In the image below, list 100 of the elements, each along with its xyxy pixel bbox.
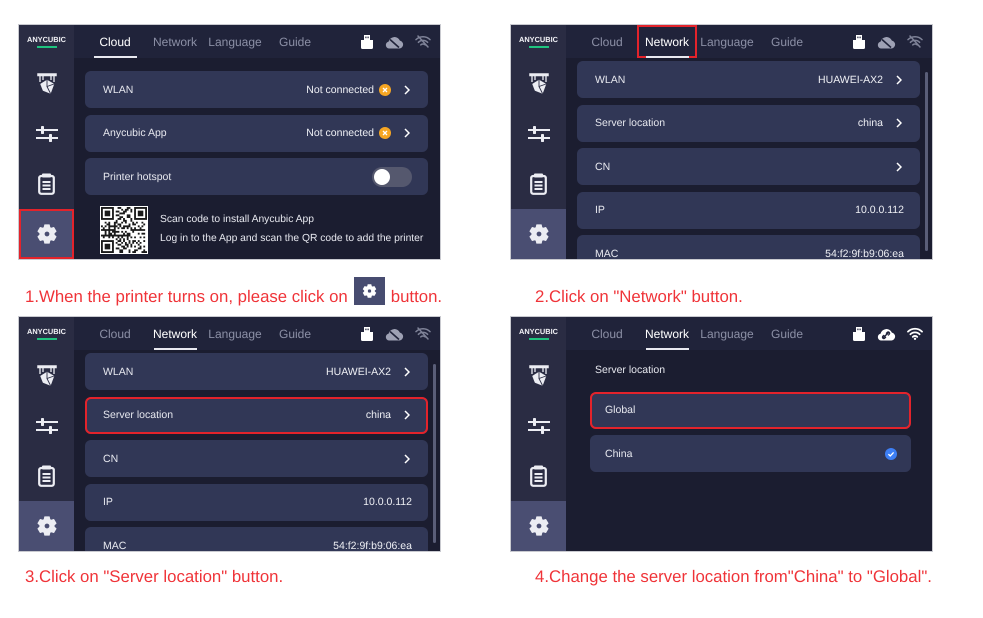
- logo-underline: [528, 46, 548, 48]
- clipboard-icon: [38, 465, 55, 487]
- chevron-right-icon: [404, 454, 410, 464]
- settings-row[interactable]: Server location china: [577, 104, 920, 142]
- option-row[interactable]: China: [590, 435, 911, 472]
- tab[interactable]: Language: [697, 25, 757, 58]
- cube-icon: [528, 364, 548, 388]
- section-heading: Server location: [595, 363, 666, 377]
- chevron-right-icon: [404, 366, 410, 376]
- row-value: 10.0.0.112: [363, 496, 412, 508]
- cube-icon: [36, 72, 56, 96]
- tab[interactable]: Cloud: [577, 317, 637, 350]
- row-value: Not connected: [306, 84, 374, 96]
- logo-underline: [36, 338, 56, 340]
- caption-text: 3.Click on "Server location" button.: [25, 567, 284, 587]
- chevron-right-icon: [896, 74, 902, 84]
- settings-icon: [36, 516, 56, 536]
- option-label: Global: [605, 404, 636, 416]
- sliders-icon: [36, 417, 58, 435]
- usb-drive-icon: [361, 326, 373, 340]
- row-label: Printer hotspot: [103, 170, 172, 182]
- chevron-right-icon: [896, 162, 902, 172]
- tab[interactable]: Network: [145, 317, 205, 350]
- sliders-icon: [528, 417, 550, 435]
- chevron-right-icon: [404, 84, 410, 94]
- tab[interactable]: Guide: [757, 317, 817, 350]
- chevron-right-icon: [404, 410, 410, 420]
- row-label: MAC: [103, 540, 126, 551]
- clipboard-icon: [530, 173, 547, 195]
- sliders-icon: [528, 125, 550, 143]
- settings-row[interactable]: WLAN HUAWEI-AX2: [85, 353, 428, 390]
- chevron-right-icon: [404, 128, 410, 138]
- cube-icon: [528, 72, 548, 96]
- settings-row[interactable]: WLAN Not connected: [85, 71, 428, 108]
- logo-underline: [528, 338, 548, 340]
- row-value: china: [366, 409, 391, 421]
- row-label: WLAN: [595, 74, 626, 86]
- tab[interactable]: Language: [205, 317, 265, 350]
- row-value: HUAWEI-AX2: [818, 74, 883, 86]
- tab[interactable]: Cloud: [577, 25, 637, 58]
- settings-icon: [528, 516, 548, 536]
- logo-underline: [36, 46, 56, 48]
- tab[interactable]: Guide: [757, 25, 817, 58]
- sidebar-button[interactable]: [19, 501, 74, 551]
- tab[interactable]: Network: [637, 317, 697, 350]
- row-label: IP: [595, 204, 605, 216]
- clipboard-icon: [38, 173, 55, 195]
- caption-text: 2.Click on "Network" button.: [535, 287, 743, 307]
- sidebar-button[interactable]: [19, 209, 74, 259]
- settings-row[interactable]: CN: [577, 148, 920, 185]
- scrollbar[interactable]: [925, 72, 928, 251]
- sidebar-button[interactable]: [511, 501, 566, 551]
- sidebar-button[interactable]: [511, 209, 566, 259]
- qr-code-icon: [100, 206, 148, 254]
- settings-icon: [36, 224, 56, 244]
- option-label: China: [605, 448, 632, 460]
- tab[interactable]: Cloud: [85, 25, 145, 58]
- row-label: Anycubic App: [103, 127, 167, 139]
- row-label: IP: [103, 496, 113, 508]
- tab[interactable]: Network: [145, 25, 205, 58]
- cube-icon: [36, 364, 56, 388]
- caption-text: 4.Change the server location from"China" to "Global".: [535, 567, 932, 587]
- sliders-icon: [36, 125, 58, 143]
- row-value: Not connected: [306, 127, 374, 139]
- settings-row[interactable]: Anycubic App Not connected: [85, 114, 428, 152]
- row-value: 54:f2:9f:b9:06:ea: [825, 248, 904, 259]
- scrollbar[interactable]: [433, 364, 436, 543]
- usb-drive-icon: [853, 34, 865, 48]
- toggle-switch[interactable]: [372, 166, 412, 186]
- settings-row[interactable]: WLAN HUAWEI-AX2: [577, 61, 920, 98]
- settings-icon: [354, 277, 385, 305]
- row-value: 10.0.0.112: [855, 204, 904, 216]
- row-label: CN: [103, 452, 118, 464]
- row-label: CN: [595, 160, 610, 172]
- instruction-text: Log in to the App and scan the QR code to add the printer: [160, 232, 424, 245]
- tab[interactable]: Guide: [265, 25, 325, 58]
- row-label: WLAN: [103, 366, 134, 378]
- tab[interactable]: Network: [637, 25, 697, 58]
- row-value: 54:f2:9f:b9:06:ea: [333, 540, 412, 551]
- caption-text: 1.When the printer turns on, please click on: [25, 287, 348, 307]
- tab[interactable]: Guide: [265, 317, 325, 350]
- settings-icon: [528, 224, 548, 244]
- tab[interactable]: Language: [697, 317, 757, 350]
- settings-row[interactable]: CN: [85, 440, 428, 477]
- chevron-right-icon: [896, 118, 902, 128]
- tab[interactable]: Language: [205, 25, 265, 58]
- caption-text: button.: [390, 287, 442, 307]
- tab[interactable]: Cloud: [85, 317, 145, 350]
- row-label: Server location: [103, 409, 174, 421]
- settings-row[interactable]: Server location china: [85, 396, 428, 434]
- row-label: WLAN: [103, 84, 134, 96]
- usb-drive-icon: [361, 34, 373, 48]
- row-label: Server location: [595, 117, 666, 129]
- option-row[interactable]: Global: [590, 392, 911, 428]
- row-value: china: [858, 117, 883, 129]
- usb-drive-icon: [853, 326, 865, 340]
- row-value: HUAWEI-AX2: [326, 366, 391, 378]
- row-label: MAC: [595, 248, 618, 259]
- clipboard-icon: [530, 465, 547, 487]
- instruction-text: Scan code to install Anycubic App: [160, 213, 315, 226]
